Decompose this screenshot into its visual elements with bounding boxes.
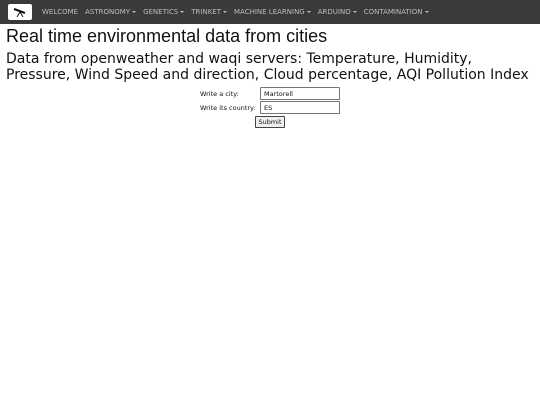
nav-item-label: WELCOME [42,8,79,16]
submit-button[interactable]: Submit [255,116,285,128]
nav-item-genetics[interactable]: GENETICS [143,8,185,16]
caret-down-icon [352,11,357,13]
nav-item-arduino[interactable]: ARDUINO [318,8,357,16]
country-label: Write its country: [200,103,256,112]
caret-down-icon [222,11,227,13]
site-logo[interactable] [8,4,32,20]
nav-item-label: MACHINE LEARNING [233,8,305,16]
nav-item-machine-learning[interactable]: MACHINE LEARNING [234,8,311,16]
city-input[interactable] [260,87,340,100]
nav-item-label: TRINKET [191,8,221,16]
nav-item-label: ARDUINO [317,8,351,16]
city-row: Write a city: [200,87,340,100]
country-input[interactable] [260,101,340,114]
caret-down-icon [180,11,185,13]
nav-item-trinket[interactable]: TRINKET [191,8,227,16]
page-subtitle: Data from openweather and waqi servers: … [6,51,529,83]
city-label: Write a city: [200,89,239,98]
nav-item-label: ASTRONOMY [85,8,131,16]
city-form: Write a city: Write its country: Submit [0,87,540,128]
caret-down-icon [132,11,137,13]
nav-item-welcome[interactable]: WELCOME [42,8,78,16]
nav-item-label: GENETICS [143,8,179,16]
nav-item-astronomy[interactable]: ASTRONOMY [85,8,137,16]
telescope-icon [13,8,26,18]
caret-down-icon [424,11,429,13]
nav-item-label: CONTAMINATION [363,8,423,16]
page-title: Real time environmental data from cities [6,26,328,46]
top-navbar: WELCOME ASTRONOMY GENETICS TRINKET MACHI… [0,0,540,24]
country-row: Write its country: [200,101,340,114]
caret-down-icon [306,11,311,13]
nav-item-contamination[interactable]: CONTAMINATION [364,8,429,16]
